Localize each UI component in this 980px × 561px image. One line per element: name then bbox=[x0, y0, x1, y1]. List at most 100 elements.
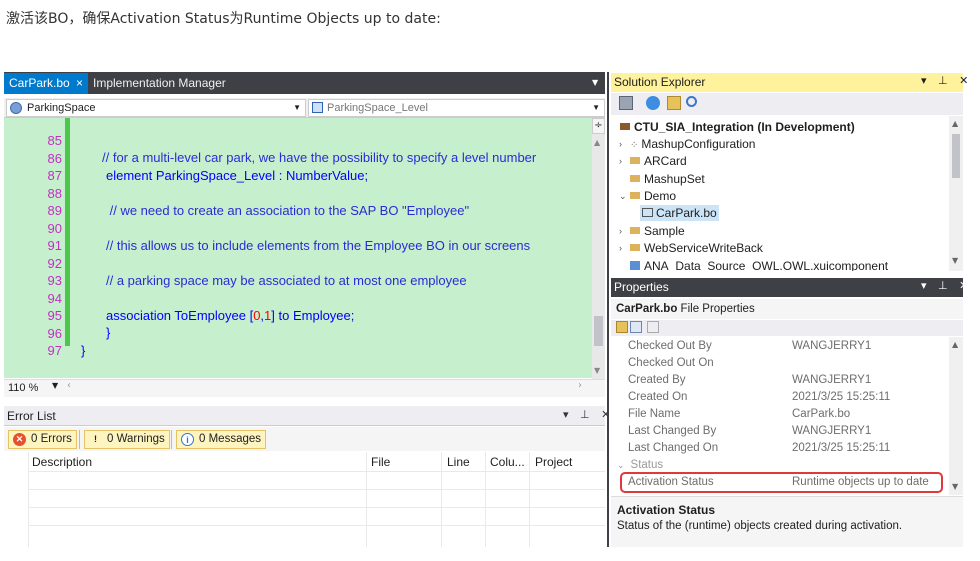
tree-item[interactable]: › ARCard bbox=[619, 153, 687, 169]
property-key: Last Changed By bbox=[628, 425, 717, 437]
property-row[interactable]: File Name CarPark.bo bbox=[628, 406, 948, 423]
errors-filter-button[interactable]: ✕ 0 Errors bbox=[8, 430, 77, 449]
tree-item[interactable]: › Sample bbox=[619, 223, 685, 239]
tree-item[interactable]: MashupSet bbox=[630, 171, 705, 187]
chevron-right-icon[interactable]: › bbox=[619, 240, 622, 256]
chevron-down-icon: ▼ bbox=[592, 103, 600, 112]
property-value: WANGJERRY1 bbox=[792, 374, 872, 386]
search-icon[interactable] bbox=[686, 96, 697, 107]
chevron-down-icon[interactable]: ▼ bbox=[52, 381, 58, 390]
tree-root[interactable]: CTU_SIA_Integration (In Development) bbox=[620, 119, 855, 135]
file-icon bbox=[642, 208, 653, 217]
type-dropdown[interactable]: ParkingSpace ▼ bbox=[6, 99, 306, 117]
object-type: File Properties bbox=[677, 303, 755, 315]
solution-explorer-title: Solution Explorer bbox=[611, 73, 963, 92]
tree-item[interactable]: › WebServiceWriteBack bbox=[619, 240, 763, 256]
panel-controls[interactable]: ▾ ⊥ ✕ bbox=[921, 279, 972, 292]
close-icon[interactable]: × bbox=[76, 73, 83, 94]
panel-controls[interactable]: ▾ ⊥ ✕ bbox=[921, 74, 972, 87]
messages-filter-button[interactable]: i 0 Messages bbox=[176, 430, 267, 449]
editor-vertical-scrollbar[interactable]: ÷ ▲ ▼ bbox=[592, 118, 605, 380]
folder-icon bbox=[630, 175, 640, 182]
property-row[interactable]: Last Changed On 2021/3/25 15:25:11 bbox=[628, 440, 948, 457]
chevron-right-icon[interactable]: › bbox=[578, 380, 582, 391]
warnings-filter-button[interactable]: ! 0 Warnings bbox=[84, 430, 170, 449]
chevron-down-icon[interactable]: ▼ bbox=[594, 366, 600, 375]
code-editor[interactable]: 85 // for a multi-level car park, we hav… bbox=[4, 118, 592, 378]
tree-item-label: Sample bbox=[644, 224, 685, 238]
grid-line bbox=[366, 452, 367, 547]
scroll-thumb[interactable] bbox=[952, 134, 960, 178]
property-category-label: Status bbox=[630, 459, 664, 471]
code-line: 92 // a parking space may be associated … bbox=[4, 238, 592, 288]
code-line: 97 bbox=[4, 325, 592, 358]
tree-item-label: CarPark.bo bbox=[656, 206, 717, 220]
chevron-right-icon[interactable]: › bbox=[619, 136, 622, 152]
properties-object-selector[interactable]: CarPark.bo File Properties bbox=[611, 299, 963, 319]
property-row[interactable]: Created By WANGJERRY1 bbox=[628, 372, 948, 389]
solution-icon bbox=[620, 123, 630, 130]
zoom-level[interactable]: 110 % bbox=[8, 380, 38, 396]
tree-item-label: WebServiceWriteBack bbox=[644, 241, 763, 255]
change-indicator-bar bbox=[65, 118, 70, 346]
property-row[interactable]: Checked Out By WANGJERRY1 bbox=[628, 338, 948, 355]
chevron-up-icon[interactable]: ▲ bbox=[594, 138, 600, 147]
tree-item[interactable]: › ⁘ MashupConfiguration bbox=[619, 136, 756, 154]
code-line: 87 bbox=[4, 150, 592, 183]
grid-line bbox=[28, 525, 605, 526]
grid-line bbox=[28, 507, 605, 508]
code-text: } bbox=[81, 343, 86, 358]
member-dropdown[interactable]: ParkingSpace_Level ▼ bbox=[308, 99, 605, 117]
chevron-down-icon[interactable]: ▼ bbox=[952, 482, 958, 491]
refresh-icon[interactable] bbox=[646, 96, 660, 110]
tree-item-label: MashupConfiguration bbox=[641, 137, 756, 151]
chevron-down-icon[interactable]: ▼ bbox=[952, 256, 958, 265]
scroll-thumb[interactable] bbox=[594, 316, 603, 346]
line-number: 97 bbox=[47, 343, 62, 358]
chevron-right-icon[interactable]: › bbox=[619, 153, 622, 169]
property-row[interactable]: Last Changed By WANGJERRY1 bbox=[628, 423, 948, 440]
collapse-all-icon[interactable] bbox=[619, 96, 633, 110]
property-pages-icon[interactable] bbox=[647, 321, 659, 333]
tree-item-selected[interactable]: CarPark.bo bbox=[640, 205, 719, 221]
folder-icon bbox=[630, 227, 640, 234]
tab-carpark-label: CarPark.bo bbox=[9, 76, 70, 90]
column-header-project[interactable]: Project bbox=[535, 454, 572, 470]
tab-carpark[interactable]: CarPark.bo × bbox=[4, 73, 88, 94]
column-header-line[interactable]: Line bbox=[447, 454, 470, 470]
properties-icon[interactable] bbox=[667, 96, 681, 110]
highlight-annotation bbox=[620, 472, 943, 493]
chevron-down-icon[interactable]: ⌄ bbox=[617, 460, 625, 470]
property-row[interactable]: Checked Out On bbox=[628, 355, 948, 372]
property-row[interactable]: Created On 2021/3/25 15:25:11 bbox=[628, 389, 948, 406]
tab-implementation-manager[interactable]: Implementation Manager bbox=[89, 73, 249, 94]
categorized-icon[interactable] bbox=[616, 321, 628, 333]
tree-item[interactable]: ANA_Data_Source_OWL.OWL.xuicomponent bbox=[630, 258, 888, 271]
code-line: 86 element ParkingSpace_Level : NumberVa… bbox=[4, 133, 592, 183]
chevron-down-icon[interactable]: ⌄ bbox=[619, 188, 627, 204]
description-title: Activation Status bbox=[617, 503, 716, 517]
chevron-right-icon[interactable]: › bbox=[619, 223, 622, 239]
split-icon[interactable]: ÷ bbox=[592, 118, 605, 134]
column-header-description[interactable]: Description bbox=[32, 454, 92, 470]
page-caption: 激活该BO，确保Activation Status为Runtime Object… bbox=[6, 11, 441, 27]
properties-scrollbar[interactable]: ▲ ▼ bbox=[949, 337, 963, 495]
description-text: Status of the (runtime) objects created … bbox=[617, 520, 903, 532]
column-header-column[interactable]: Colu... bbox=[490, 454, 525, 470]
tree-item[interactable]: ⌄ Demo bbox=[619, 188, 677, 204]
pane-divider[interactable] bbox=[607, 72, 609, 547]
solution-explorer-scrollbar[interactable]: ▲ ▼ bbox=[949, 116, 963, 271]
chevron-down-icon[interactable]: ▼ bbox=[592, 78, 602, 90]
warnings-label: 0 Warnings bbox=[107, 433, 165, 445]
chevron-up-icon[interactable]: ▲ bbox=[952, 340, 958, 349]
mashup-icon: ⁘ bbox=[630, 140, 639, 151]
alphabetical-icon[interactable] bbox=[630, 321, 642, 333]
errors-label: 0 Errors bbox=[31, 433, 72, 445]
tree-item-label: Demo bbox=[644, 189, 677, 203]
column-header-file[interactable]: File bbox=[371, 454, 390, 470]
chevron-left-icon[interactable]: ‹ bbox=[67, 380, 71, 391]
warning-icon: ! bbox=[89, 433, 103, 446]
member-dropdown-value: ParkingSpace_Level bbox=[327, 102, 428, 114]
type-dropdown-value: ParkingSpace bbox=[27, 102, 96, 114]
chevron-up-icon[interactable]: ▲ bbox=[952, 119, 958, 128]
